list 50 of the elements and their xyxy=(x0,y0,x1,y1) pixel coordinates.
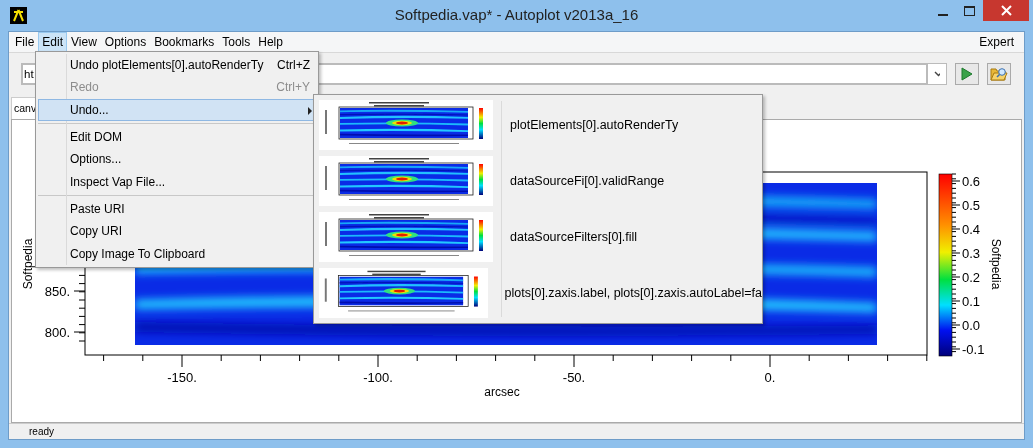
x-tick-label: -50. xyxy=(562,369,586,385)
menu-bar-item[interactable]: View xyxy=(67,32,101,52)
dropdown-button[interactable] xyxy=(927,63,947,86)
colorbar-tick-label: 0.6 xyxy=(962,173,981,189)
colorbar-tick-label: 0.0 xyxy=(962,317,981,333)
menu-item[interactable]: plotElements[0].autoRenderTy xyxy=(314,97,762,153)
menu-bar-item[interactable]: Tools xyxy=(218,32,255,52)
chevron-down-icon xyxy=(934,71,940,78)
colorbar-label: Softpedia xyxy=(989,238,1003,290)
expert-menu[interactable]: Expert xyxy=(975,32,1018,52)
open-file-button[interactable] xyxy=(987,63,1011,86)
colorbar-tick-label: 0.1 xyxy=(962,293,981,309)
menu-item[interactable]: Inspect Vap File... xyxy=(38,170,316,193)
status-text: ready xyxy=(29,425,54,437)
close-button[interactable] xyxy=(983,0,1029,21)
colorbar-tick-label: 0.2 xyxy=(962,269,981,285)
x-tick-label: -150. xyxy=(167,369,197,385)
colorbar-tick-label: 0.4 xyxy=(962,221,981,237)
menu-bar-item[interactable]: Bookmarks xyxy=(150,32,219,52)
menu-bar-item[interactable]: Options xyxy=(100,32,151,52)
menu-item[interactable]: Copy Image To Clipboard xyxy=(38,242,316,265)
menu-item[interactable]: Copy URI xyxy=(38,220,316,243)
menu-bar-item[interactable]: Edit xyxy=(38,32,68,52)
play-button[interactable] xyxy=(955,63,979,86)
menu-item[interactable]: Undo... xyxy=(38,98,316,121)
folder-magnifier-icon xyxy=(990,66,1008,83)
x-tick-label: -100. xyxy=(363,369,393,385)
y-tick-label: 850. xyxy=(44,283,70,299)
menu-item[interactable]: dataSourceFi[0].validRange xyxy=(314,153,762,209)
menu-item[interactable]: Edit DOM xyxy=(38,125,316,149)
x-tick-label: 0. xyxy=(764,369,776,385)
menu-bar-item[interactable]: File xyxy=(11,32,39,52)
colorbar-tick-label: 0.3 xyxy=(962,245,981,261)
submenu-arrow-icon xyxy=(308,106,312,115)
y-tick-label: 800. xyxy=(44,324,70,340)
colorbar-tick-label: 0.5 xyxy=(962,197,981,213)
y-axis-label: Softpedia xyxy=(21,238,35,290)
colorbar-tick-label: -0.1 xyxy=(962,341,985,357)
play-icon xyxy=(961,67,973,82)
maximize-icon xyxy=(964,5,975,16)
window-title: Softpedia.vap* - Autoplot v2013a_16 xyxy=(394,6,639,23)
menu-bar-item[interactable]: Help xyxy=(254,32,287,52)
menu-item[interactable]: Options... xyxy=(38,148,316,171)
minimize-icon xyxy=(937,13,948,16)
menu-item[interactable]: plots[0].zaxis.label, plots[0].zaxis.autoLabel=fa xyxy=(314,265,762,321)
app-logo-icon xyxy=(10,7,27,24)
menu-item[interactable]: dataSourceFilters[0].fill xyxy=(314,209,762,265)
menu-item[interactable]: Paste URI xyxy=(38,197,316,221)
close-icon xyxy=(1000,5,1012,16)
x-axis-label: arcsec xyxy=(484,384,520,399)
